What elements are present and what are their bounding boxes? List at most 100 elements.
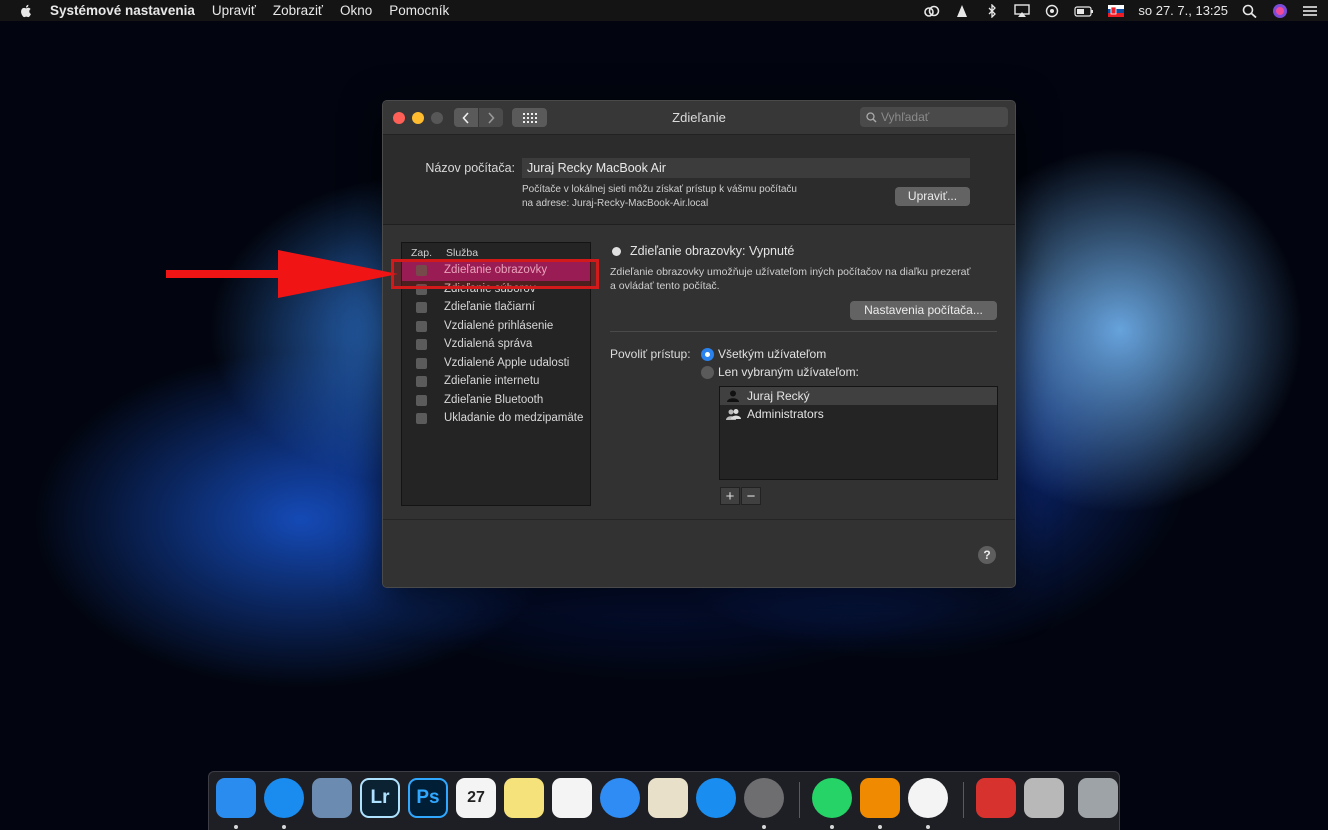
apple-menu-icon[interactable] (18, 3, 34, 19)
calendar-icon[interactable]: 27 (456, 778, 496, 818)
add-user-button[interactable]: + (720, 487, 740, 505)
battery-icon[interactable] (1074, 4, 1094, 18)
menubar-datetime[interactable]: so 27. 7., 13:25 (1138, 3, 1228, 18)
service-checkbox[interactable] (416, 339, 427, 350)
service-row-printer-sharing[interactable]: Zdieľanie tlačiarní (402, 299, 590, 318)
dock-item-label: 27 (467, 789, 485, 806)
trash-icon[interactable] (1078, 778, 1118, 818)
computer-name-field[interactable]: Juraj Recky MacBook Air (522, 158, 970, 178)
creative-cloud-status-icon[interactable] (924, 4, 940, 18)
highlight-annotation (391, 259, 599, 289)
radio-all-users-label[interactable]: Všetkým užívateľom (718, 347, 826, 361)
computer-settings-button[interactable]: Nastavenia počítača... (850, 301, 997, 320)
safari-icon[interactable] (264, 778, 304, 818)
service-desc-line-1: Zdieľanie obrazovky umožňuje užívateľom … (610, 266, 971, 278)
allow-access-label: Povoliť prístup: (610, 347, 691, 361)
textedit-icon[interactable] (648, 778, 688, 818)
radio-selected-users-label[interactable]: Len vybraným užívateľom: (718, 365, 859, 379)
service-row-content-caching[interactable]: Ukladanie do medzipamäte (402, 410, 590, 429)
itunes-icon[interactable] (908, 778, 948, 818)
service-description: Zdieľanie obrazovky umožňuje užívateľom … (610, 265, 1000, 293)
menu-app-name[interactable]: Systémové nastavenia (50, 3, 195, 18)
service-checkbox[interactable] (416, 302, 427, 313)
sharing-window: Zdieľanie Názov počítača: Juraj Recky Ma… (382, 100, 1016, 588)
red-arrow-annotation (166, 250, 398, 298)
messages-icon[interactable] (600, 778, 640, 818)
user-label: Juraj Recký (747, 389, 810, 403)
user-row[interactable]: Administrators (720, 405, 997, 423)
service-checkbox[interactable] (416, 376, 427, 387)
service-label: Zdieľanie Bluetooth (444, 393, 544, 406)
radio-all-users[interactable] (701, 348, 714, 361)
search-icon (866, 111, 877, 122)
dock: Lr Ps 27 (208, 771, 1120, 830)
whatsapp-icon[interactable] (812, 778, 852, 818)
dock-running-indicator (282, 825, 286, 829)
edit-button[interactable]: Upraviť... (895, 187, 970, 206)
notification-center-icon[interactable] (1302, 4, 1318, 18)
lightroom-icon[interactable]: Lr (360, 778, 400, 818)
app-store-icon[interactable] (696, 778, 736, 818)
dock-running-indicator (762, 825, 766, 829)
title-bar: Zdieľanie (383, 101, 1015, 135)
service-row-internet-sharing[interactable]: Zdieľanie internetu (402, 373, 590, 392)
service-checkbox[interactable] (416, 357, 427, 369)
radio-selected-users[interactable] (701, 366, 714, 379)
help-button[interactable]: ? (978, 546, 996, 564)
divider (610, 331, 997, 332)
photoshop-icon[interactable]: Ps (408, 778, 448, 818)
column-service-header[interactable]: Služba (446, 247, 478, 259)
dock-item-label: Ps (416, 787, 440, 808)
column-on-header[interactable]: Zap. (411, 247, 432, 259)
finder-icon[interactable] (216, 778, 256, 818)
service-row-remote-apple-events[interactable]: Vzdialené Apple udalosti (402, 355, 590, 374)
service-desc-line-2: a ovládať tento počítač. (610, 280, 720, 292)
remove-user-button[interactable]: − (741, 487, 761, 505)
search-input[interactable] (881, 110, 999, 124)
user-list: Juraj Recký Administrators (719, 386, 998, 480)
dock-separator (963, 782, 964, 818)
dock-running-indicator (926, 825, 930, 829)
service-row-bluetooth-sharing[interactable]: Zdieľanie Bluetooth (402, 392, 590, 411)
creative-cloud-folder-icon[interactable] (976, 778, 1016, 818)
preview-icon[interactable] (312, 778, 352, 818)
service-label: Zdieľanie internetu (444, 375, 540, 387)
user-label: Administrators (747, 407, 824, 421)
bluetooth-icon[interactable] (984, 3, 1000, 18)
service-row-remote-management[interactable]: Vzdialená správa (402, 336, 590, 355)
dock-running-indicator (878, 825, 882, 829)
service-label: Ukladanie do medzipamäte (444, 412, 584, 424)
service-checkbox[interactable] (416, 394, 427, 406)
menu-help[interactable]: Pomocník (389, 3, 449, 18)
service-label: Vzdialená správa (444, 338, 533, 350)
vlc-icon[interactable] (860, 778, 900, 818)
airplay-icon[interactable] (1014, 3, 1031, 18)
service-label: Vzdialené Apple udalosti (444, 356, 570, 369)
dock-running-indicator (830, 825, 834, 829)
service-row-remote-login[interactable]: Vzdialené prihlásenie (402, 318, 590, 337)
reminders-icon[interactable] (552, 778, 592, 818)
spotlight-icon[interactable] (1242, 4, 1258, 18)
group-icon (726, 409, 741, 420)
user-row[interactable]: Juraj Recký (720, 387, 997, 405)
service-label: Vzdialené prihlásenie (444, 319, 554, 332)
dock-item-label: Lr (370, 787, 390, 808)
service-status: Zdieľanie obrazovky: Vypnuté (630, 244, 795, 258)
menu-view[interactable]: Zobraziť (273, 3, 323, 18)
search-field[interactable] (860, 107, 1008, 127)
service-checkbox[interactable] (416, 320, 427, 332)
vlc-status-icon[interactable] (954, 4, 970, 18)
downloads-stack-icon[interactable] (1024, 778, 1064, 818)
sync-status-icon[interactable] (1044, 4, 1060, 18)
dock-running-indicator (234, 825, 238, 829)
menu-window[interactable]: Okno (340, 3, 372, 18)
notes-icon[interactable] (504, 778, 544, 818)
input-source-flag-icon[interactable] (1108, 4, 1125, 17)
menu-bar: Systémové nastavenia Upraviť Zobraziť Ok… (0, 0, 1328, 21)
menu-edit[interactable]: Upraviť (212, 3, 256, 18)
computer-name-description: Počítače v lokálnej sieti môžu získať pr… (522, 183, 797, 211)
computer-name-section: Názov počítača: Juraj Recky MacBook Air … (383, 135, 1015, 225)
system-preferences-icon[interactable] (744, 778, 784, 818)
siri-icon[interactable] (1272, 3, 1288, 19)
service-checkbox[interactable] (416, 413, 427, 424)
